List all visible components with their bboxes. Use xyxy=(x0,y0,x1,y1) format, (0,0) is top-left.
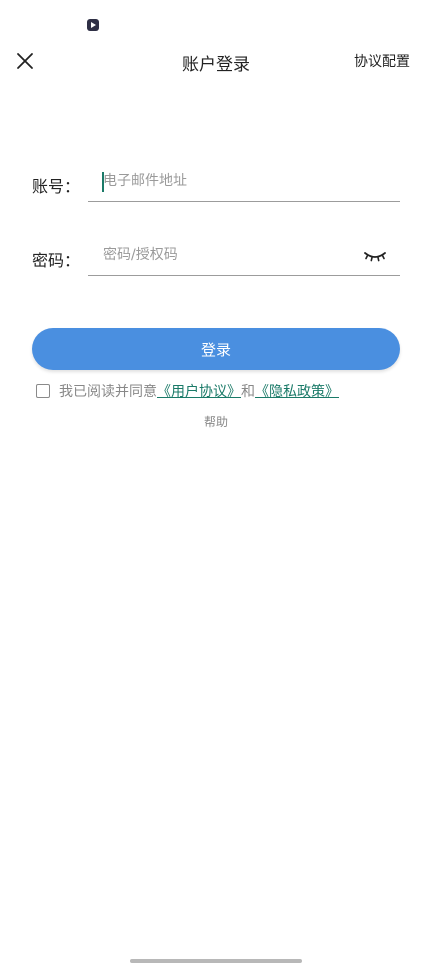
password-visibility-toggle[interactable] xyxy=(362,246,388,266)
agreement-checkbox[interactable] xyxy=(36,384,50,398)
email-input[interactable] xyxy=(88,160,400,202)
user-agreement-link[interactable]: 《用户协议》 xyxy=(157,384,241,400)
eye-closed-icon xyxy=(364,252,386,262)
password-input[interactable] xyxy=(88,234,400,276)
protocol-config-button[interactable]: 协议配置 xyxy=(354,51,410,71)
help-link[interactable]: 帮助 xyxy=(0,413,432,430)
agreement-conjunction: 和 xyxy=(241,384,255,400)
privacy-policy-link[interactable]: 《隐私政策》 xyxy=(255,384,339,400)
media-play-icon xyxy=(87,19,99,31)
password-label: 密码： xyxy=(32,251,81,270)
header: 账户登录 协议配置 xyxy=(0,40,432,82)
login-button[interactable]: 登录 xyxy=(32,328,400,370)
agreement-text: 我已阅读并同意《用户协议》和《隐私政策》 xyxy=(59,383,339,401)
password-field-row: 密码： xyxy=(32,234,400,282)
agreement-prefix: 我已阅读并同意 xyxy=(59,384,157,400)
home-indicator[interactable] xyxy=(130,959,302,963)
account-label: 账号： xyxy=(32,177,81,196)
account-field-row: 账号： xyxy=(32,160,400,208)
text-cursor xyxy=(102,172,104,192)
status-bar xyxy=(0,0,432,40)
